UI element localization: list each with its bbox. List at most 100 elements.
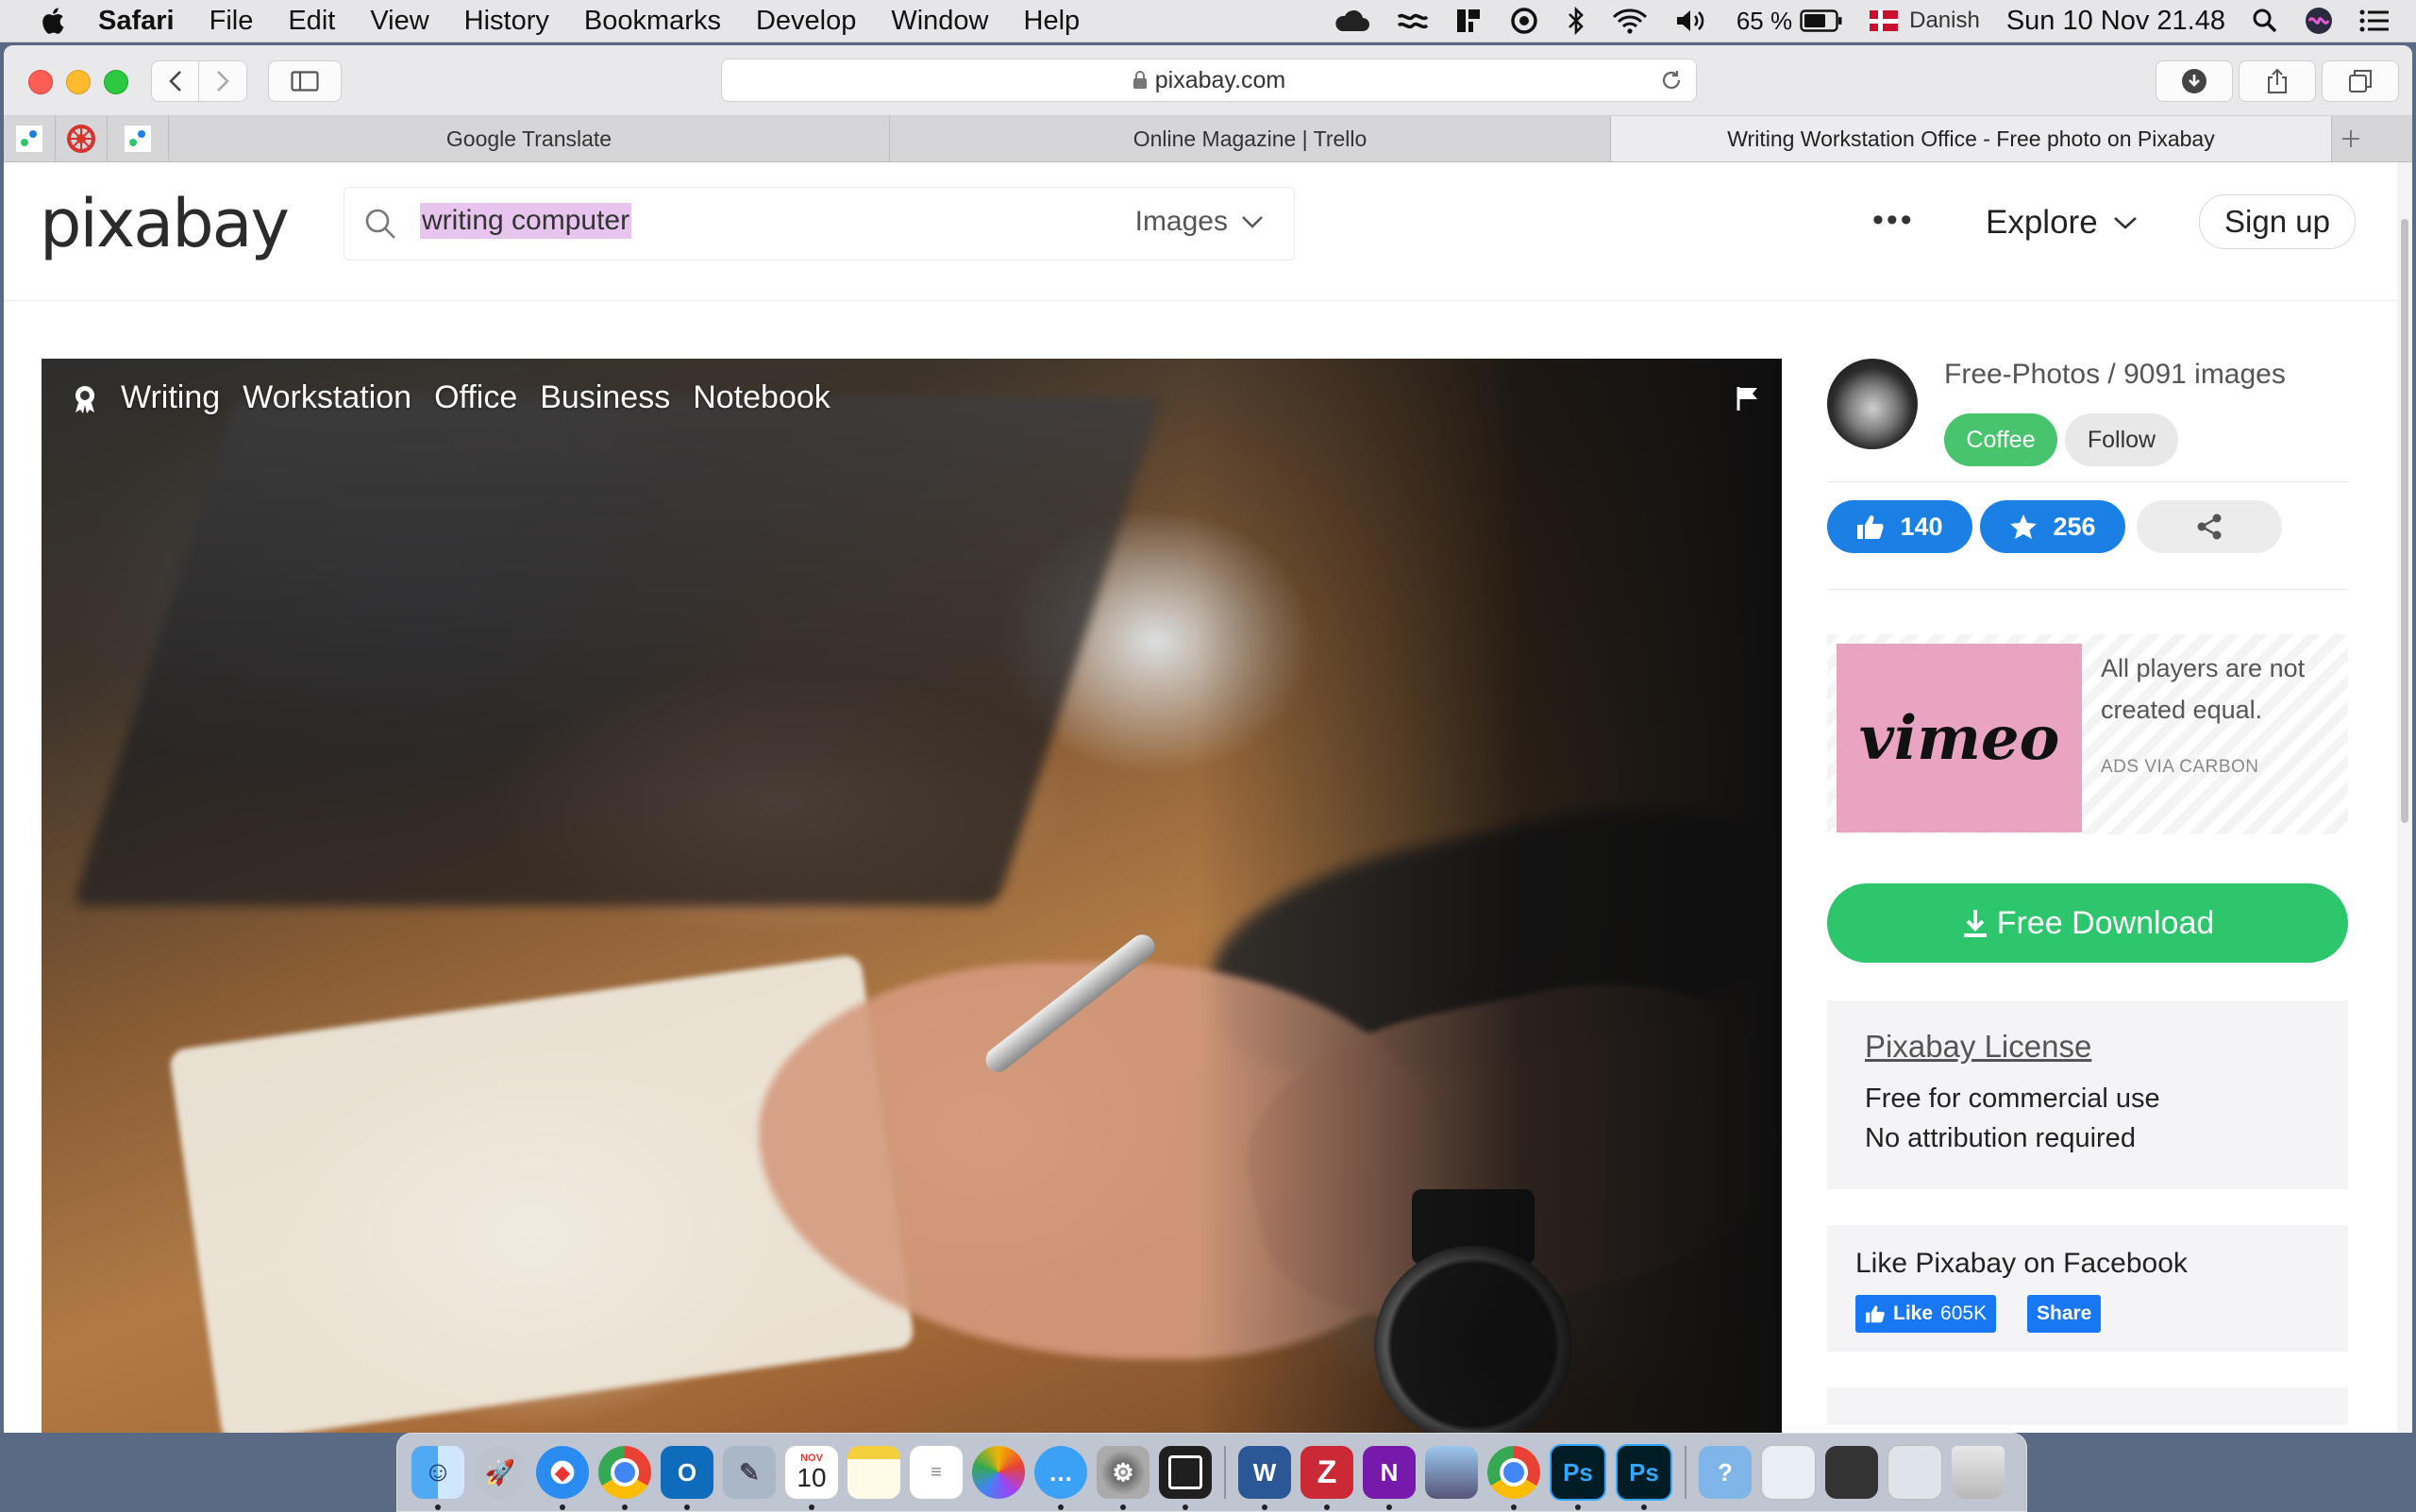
ad-via-label[interactable]: ADS VIA CARBON	[2101, 757, 2259, 778]
zoom-window-button[interactable]	[104, 70, 128, 94]
follow-button[interactable]: Follow	[2065, 413, 2178, 466]
documents-stack-icon[interactable]	[1825, 1446, 1878, 1499]
input-source[interactable]: Danish	[1870, 8, 1980, 34]
coffee-button[interactable]: Coffee	[1944, 413, 2057, 466]
more-menu-icon[interactable]: •••	[1872, 202, 1915, 239]
menu-edit[interactable]: Edit	[288, 6, 335, 37]
chrome-icon[interactable]	[598, 1446, 651, 1510]
signup-button[interactable]: Sign up	[2199, 194, 2356, 249]
battery-status[interactable]: 65 %	[1736, 7, 1843, 36]
chrome-icon-2[interactable]	[1487, 1446, 1540, 1510]
menu-bookmarks[interactable]: Bookmarks	[584, 6, 721, 37]
downloads-button[interactable]	[2156, 60, 2233, 102]
spotlight-icon[interactable]	[2252, 8, 2278, 34]
flag-icon[interactable]	[1735, 385, 1761, 412]
preview-icon[interactable]: ✎	[723, 1446, 776, 1499]
bluetooth-icon[interactable]	[1567, 7, 1586, 35]
clock[interactable]: Sun 10 Nov 21.48	[2006, 6, 2225, 37]
tag-business[interactable]: Business	[540, 379, 670, 416]
menu-window[interactable]: Window	[891, 6, 988, 37]
pinned-tab-2[interactable]	[56, 116, 108, 161]
notes-icon[interactable]	[847, 1446, 900, 1499]
volume-icon[interactable]	[1674, 8, 1710, 34]
vpn-icon[interactable]	[1508, 7, 1540, 35]
author-avatar[interactable]	[1827, 359, 1918, 449]
notification-center-icon[interactable]	[2359, 8, 2390, 33]
search-input[interactable]: writing computer Images	[344, 187, 1295, 260]
finder-icon[interactable]: ☺	[411, 1446, 464, 1510]
menu-file[interactable]: File	[210, 6, 254, 37]
close-window-button[interactable]	[28, 70, 53, 94]
favorite-button[interactable]: 256	[1980, 500, 2125, 553]
wave-status-icon[interactable]	[1397, 9, 1429, 32]
menu-history[interactable]: History	[464, 6, 549, 37]
carbon-ad[interactable]: vimeo All players are not created equal.…	[1827, 634, 2348, 834]
apple-menu-icon[interactable]	[38, 6, 66, 36]
system-preferences-icon[interactable]: ⚙	[1097, 1446, 1149, 1510]
pinned-tab-1[interactable]	[4, 116, 56, 161]
zotero-icon[interactable]: Z	[1300, 1446, 1353, 1510]
minimize-window-button[interactable]	[66, 70, 91, 94]
reminders-icon[interactable]: ≡	[910, 1446, 963, 1499]
outlook-icon[interactable]: O	[661, 1446, 713, 1510]
reload-icon[interactable]	[1660, 69, 1683, 92]
facebook-like-button[interactable]: Like 605K	[1855, 1295, 1997, 1333]
license-link[interactable]: Pixabay License	[1865, 1029, 2091, 1065]
pinned-tab-3[interactable]	[108, 116, 169, 161]
help-icon[interactable]: ?	[1699, 1446, 1752, 1499]
tag-notebook[interactable]: Notebook	[693, 379, 830, 416]
tag-writing[interactable]: Writing	[121, 379, 220, 416]
onenote-icon[interactable]: N	[1363, 1446, 1416, 1510]
address-bar[interactable]: pixabay.com	[721, 59, 1697, 102]
creative-cloud-icon[interactable]	[1333, 8, 1370, 33]
free-download-button[interactable]: Free Download	[1827, 883, 2348, 963]
search-type-dropdown[interactable]: Images	[1135, 206, 1264, 238]
ad-image[interactable]: vimeo	[1837, 644, 2082, 832]
siri-icon[interactable]	[2305, 7, 2333, 35]
tab-pixabay[interactable]: Writing Workstation Office - Free photo …	[1611, 116, 2332, 161]
trello-icon[interactable]	[1159, 1446, 1212, 1510]
share-photo-button[interactable]	[2137, 500, 2282, 553]
menu-develop[interactable]: Develop	[756, 6, 856, 37]
photoshop-icon[interactable]: Ps	[1550, 1444, 1606, 1510]
share-button[interactable]	[2239, 60, 2316, 102]
sidebar-toggle-button[interactable]	[268, 60, 342, 102]
page-scrollbar[interactable]	[2397, 162, 2412, 1433]
tag-workstation[interactable]: Workstation	[243, 379, 411, 416]
launchpad-icon[interactable]: 🚀	[474, 1446, 527, 1499]
image-capture-icon[interactable]	[1425, 1446, 1478, 1499]
screenshots-stack-icon[interactable]	[1888, 1445, 1942, 1500]
word-icon[interactable]: W	[1238, 1446, 1291, 1510]
safari-icon[interactable]: ◆	[536, 1446, 589, 1510]
main-photo[interactable]: Writing Workstation Office Business Note…	[42, 359, 1782, 1433]
messages-icon[interactable]: …	[1034, 1446, 1087, 1510]
tab-overview-button[interactable]	[2322, 60, 2399, 102]
tab-google-translate[interactable]: Google Translate	[169, 116, 890, 161]
new-tab-button[interactable]	[2332, 116, 2370, 161]
menu-app-safari[interactable]: Safari	[98, 6, 175, 37]
tag-office[interactable]: Office	[434, 379, 517, 416]
wifi-icon[interactable]	[1612, 8, 1648, 34]
back-button[interactable]	[151, 60, 200, 102]
forward-button[interactable]	[198, 60, 247, 102]
scrollbar-thumb[interactable]	[2401, 219, 2408, 823]
explore-menu[interactable]: Explore	[1986, 204, 2138, 242]
facebook-share-button[interactable]: Share	[2027, 1295, 2102, 1333]
facebook-like-count: 605K	[1940, 1302, 1988, 1324]
photoshop-icon-2[interactable]: Ps	[1616, 1444, 1672, 1510]
author-name[interactable]: Free-Photos / 9091 images	[1944, 359, 2286, 391]
menu-view[interactable]: View	[370, 6, 428, 37]
bartender-icon[interactable]	[1455, 8, 1482, 34]
tab-trello[interactable]: Online Magazine | Trello	[890, 116, 1611, 161]
like-button[interactable]: 140	[1827, 500, 1972, 553]
ad-text[interactable]: All players are not created equal.	[2101, 647, 2337, 731]
photos-icon[interactable]	[972, 1446, 1025, 1499]
trash-icon[interactable]	[1952, 1446, 2005, 1499]
divider	[1827, 589, 2348, 590]
search-query[interactable]: writing computer	[420, 203, 632, 239]
calendar-icon[interactable]: NOV 10	[785, 1446, 838, 1510]
menu-help[interactable]: Help	[1024, 6, 1081, 37]
search-type-label: Images	[1134, 206, 1228, 237]
pixabay-logo[interactable]: pixabay	[40, 185, 290, 262]
downloads-stack-icon[interactable]	[1761, 1445, 1816, 1500]
